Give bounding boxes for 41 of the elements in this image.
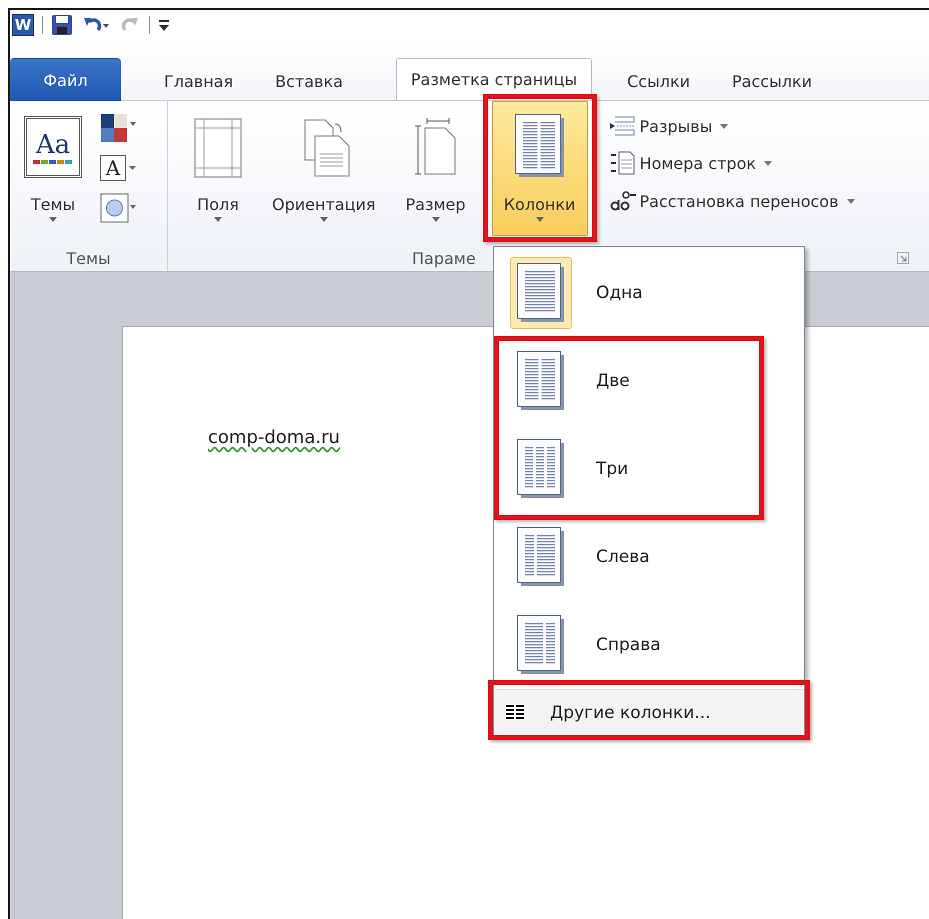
themes-button[interactable]: Aa Темы <box>20 101 86 236</box>
group-label: Параме <box>412 248 476 268</box>
ribbon-tab[interactable]: Главная <box>143 61 254 101</box>
ribbon-tab[interactable]: Рассылки <box>711 61 833 101</box>
dropdown-arrow-icon <box>129 166 136 170</box>
theme-effects-icon <box>100 193 136 223</box>
columns-one-icon <box>517 263 565 323</box>
ribbon-command[interactable]: Расстановка переносов <box>610 189 855 213</box>
columns-list-icon <box>506 704 524 720</box>
columns-right-icon <box>517 615 565 675</box>
breaks-icon <box>610 115 636 137</box>
menu-item[interactable]: Слева <box>500 521 750 593</box>
menu-item[interactable]: Три <box>500 433 750 505</box>
more-columns-item[interactable]: Другие колонки... <box>494 689 804 735</box>
theme-colors-icon <box>100 113 136 143</box>
line-numbers-icon <box>610 151 636 175</box>
app-logo[interactable]: W <box>12 14 34 36</box>
ribbon-tab[interactable]: Ссылки <box>606 61 712 101</box>
dropdown-arrow-icon <box>720 124 728 128</box>
margins-icon <box>194 118 242 178</box>
document-text: comp-doma.ru <box>208 427 340 448</box>
group-label: Темы <box>66 248 111 268</box>
ribbon-tab[interactable]: Вставка <box>254 61 364 101</box>
menu-item[interactable]: Одна <box>500 257 750 329</box>
ribbon-command[interactable]: Номера строк <box>610 151 855 175</box>
menu-item[interactable]: Две <box>500 345 750 417</box>
menu-item[interactable]: Справа <box>500 609 750 681</box>
page-setup-button[interactable]: Поля <box>190 101 246 236</box>
themes-icon: Aa <box>24 116 82 178</box>
columns-two-icon <box>517 351 565 411</box>
file-tab[interactable]: Файл <box>10 58 121 101</box>
page-setup-button[interactable]: Ориентация <box>268 101 380 236</box>
columns-left-icon <box>517 527 565 587</box>
ribbon-tab[interactable]: Разметка страницы <box>396 58 592 100</box>
ribbon-command[interactable]: Разрывы <box>610 115 855 137</box>
dropdown-arrow-icon <box>764 160 772 166</box>
page-setup-button[interactable]: Размер <box>402 101 470 236</box>
dropdown-arrow-icon <box>846 198 855 204</box>
page-setup-button[interactable]: Колонки <box>492 101 588 236</box>
columns-two-icon <box>514 114 565 178</box>
columns-three-icon <box>517 439 565 499</box>
